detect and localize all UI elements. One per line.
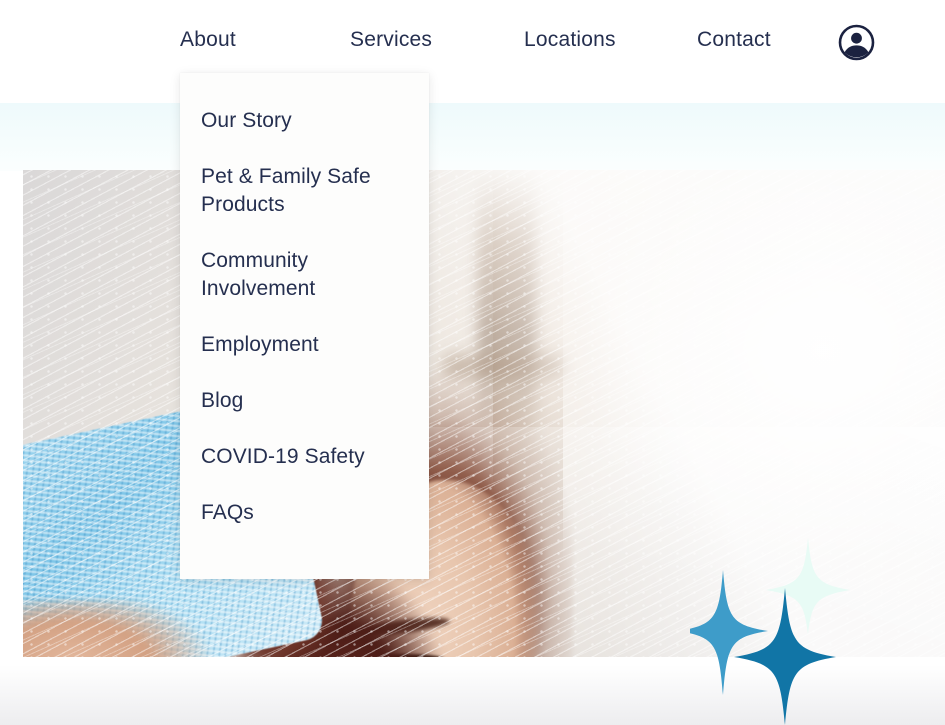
dropdown-item-faqs[interactable]: FAQs [180,499,429,527]
about-dropdown-menu: Our Story Pet & Family Safe Products Com… [180,73,429,579]
dropdown-item-our-story[interactable]: Our Story [180,107,429,135]
dropdown-item-pet-family-safe[interactable]: Pet & Family Safe Products [180,163,429,219]
dropdown-item-employment[interactable]: Employment [180,331,429,359]
nav-item-about[interactable]: About [180,28,236,52]
account-circle-icon [838,24,875,61]
hero-image [23,170,945,657]
main-navigation: About Services Locations Contact [0,0,945,86]
pale-mint-band [0,103,945,171]
dropdown-item-community-involvement[interactable]: Community Involvement [180,247,429,303]
account-button[interactable] [838,24,875,61]
page-root: About Services Locations Contact Our Sto… [0,0,945,725]
nav-item-services[interactable]: Services [350,28,432,52]
dropdown-item-covid-19-safety[interactable]: COVID-19 Safety [180,443,429,471]
nav-item-contact[interactable]: Contact [697,28,771,52]
page-bottom-gradient [0,665,945,725]
nav-item-locations[interactable]: Locations [524,28,616,52]
about-dropdown-list: Our Story Pet & Family Safe Products Com… [180,73,429,527]
dropdown-item-blog[interactable]: Blog [180,387,429,415]
hero-water-droplets [23,170,945,657]
site-header: About Services Locations Contact [0,0,945,103]
